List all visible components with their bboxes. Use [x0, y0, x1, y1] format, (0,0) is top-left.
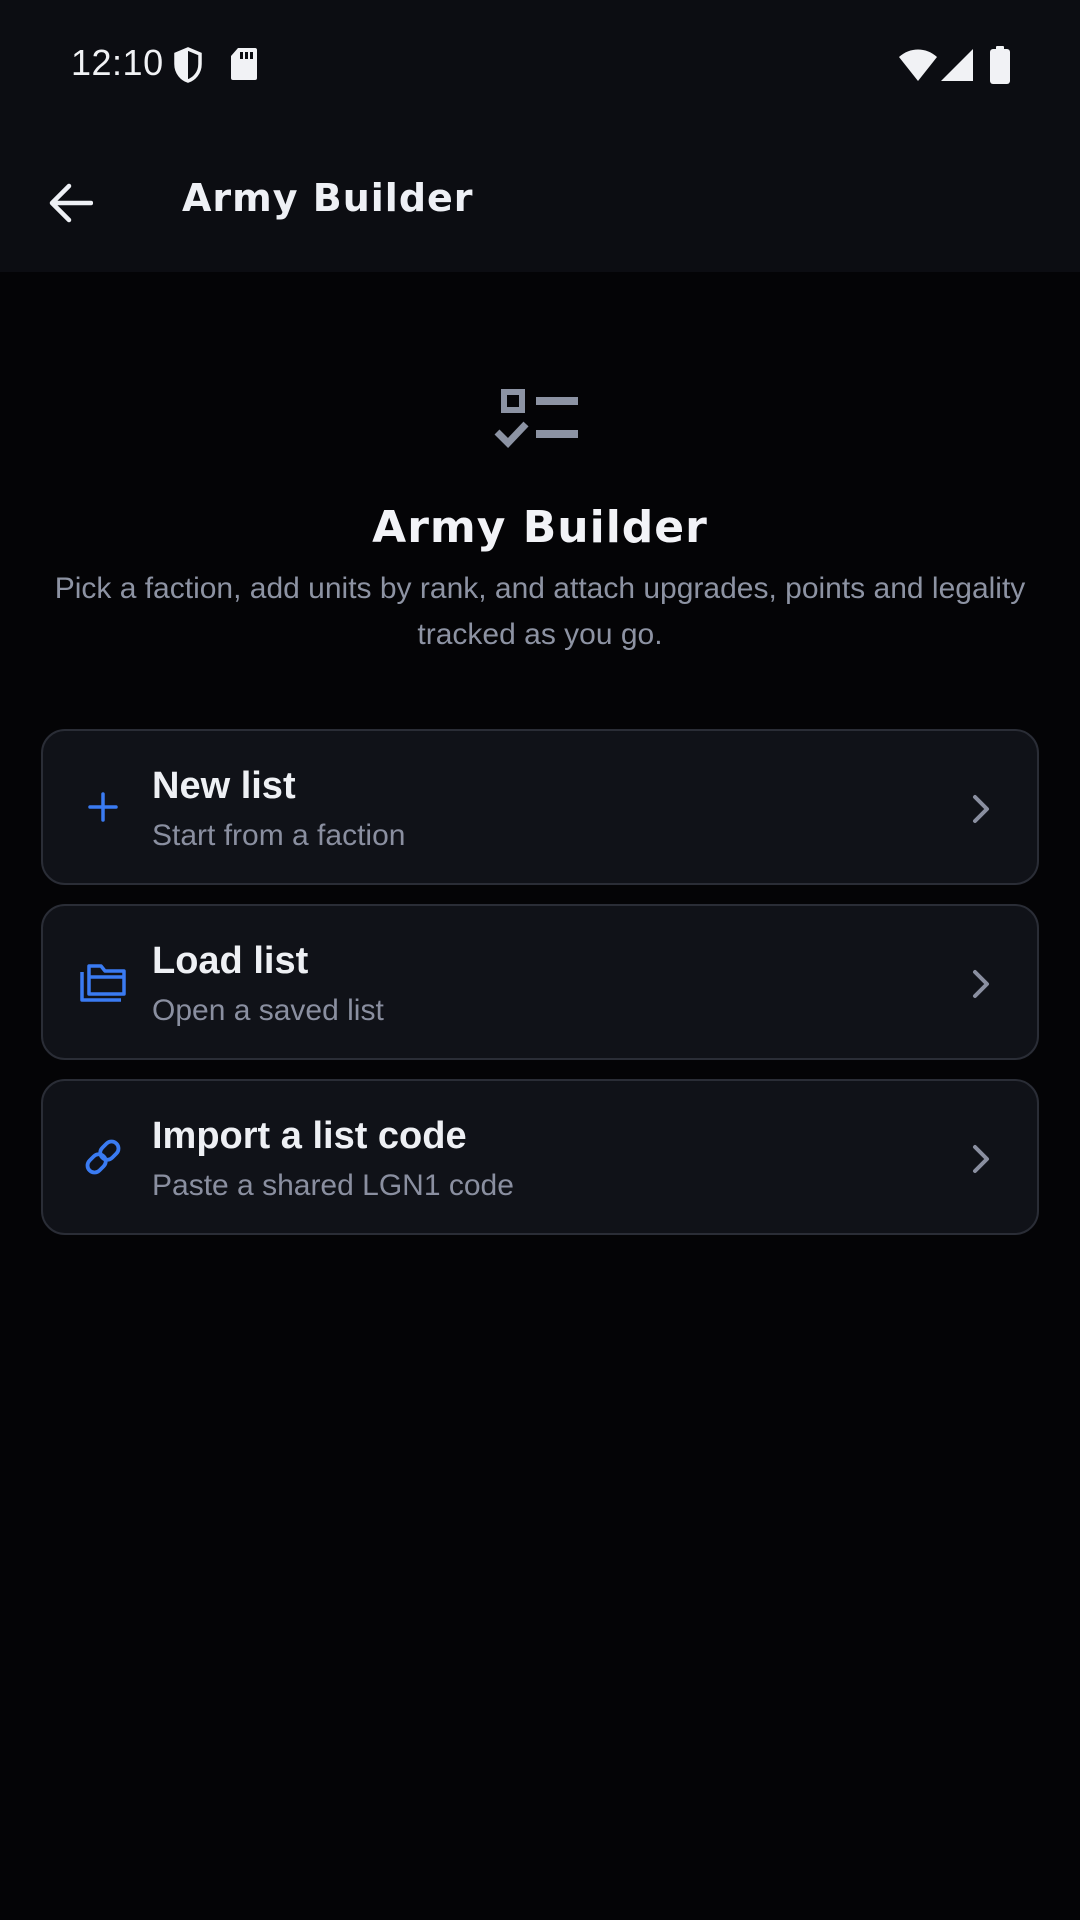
card-title: Load list [152, 940, 309, 982]
wifi-icon [899, 49, 937, 81]
back-button[interactable] [36, 169, 104, 237]
shield-icon [174, 47, 202, 83]
import-list-code-card[interactable]: Import a list code Paste a shared LGN1 c… [41, 1079, 1039, 1235]
status-bar: 12:10 [0, 0, 1080, 132]
battery-icon [990, 46, 1010, 84]
status-time: 12:10 [71, 42, 164, 83]
chevron-right-icon [973, 795, 989, 823]
app-bar: Army Builder [0, 132, 1080, 272]
link-icon [79, 1133, 127, 1181]
card-title: New list [152, 765, 296, 807]
card-title: Import a list code [152, 1115, 467, 1157]
plus-icon [79, 783, 127, 831]
load-list-card[interactable]: Load list Open a saved list [41, 904, 1039, 1060]
app-bar-title: Army Builder [182, 176, 474, 220]
new-list-card[interactable]: New list Start from a faction [41, 729, 1039, 885]
card-subtitle: Open a saved list [152, 994, 384, 1027]
hero-description: Pick a faction, add units by rank, and a… [54, 572, 1026, 651]
card-subtitle: Paste a shared LGN1 code [152, 1169, 514, 1202]
signal-icon [941, 49, 973, 81]
arrow-left-icon [49, 183, 93, 223]
chevron-right-icon [973, 970, 989, 998]
folder-icon [79, 958, 127, 1006]
chevron-right-icon [973, 1145, 989, 1173]
card-subtitle: Start from a faction [152, 819, 406, 852]
sd-card-icon [231, 48, 257, 80]
hero-title: Army Builder [372, 502, 708, 553]
checklist-icon [494, 389, 578, 449]
